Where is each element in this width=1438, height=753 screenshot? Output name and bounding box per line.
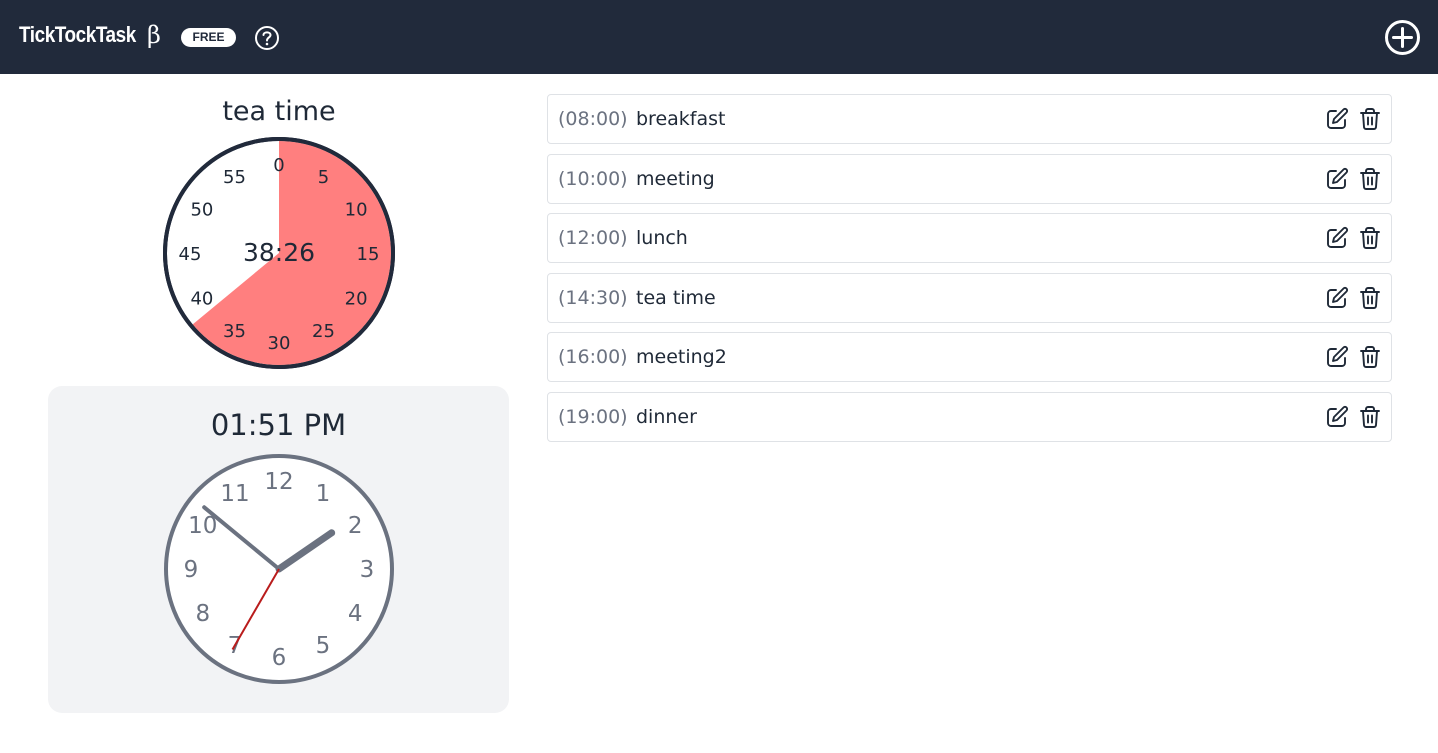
trash-icon[interactable] [1358,405,1382,429]
analog-clock: 121234567891011 [164,454,394,684]
timer-minute-label: 0 [273,155,284,176]
task-name: dinner [636,406,697,428]
task-time: (08:00) [558,108,628,130]
task-time: (12:00) [558,227,628,249]
task-item[interactable]: (08:00) breakfast [547,94,1392,144]
task-name: breakfast [636,108,726,130]
timer-title: tea time [222,96,336,127]
plan-badge: FREE [181,28,236,47]
timer-minute-label: 50 [190,200,213,221]
clock-hour-label: 5 [316,633,331,659]
task-item[interactable]: (14:30) tea time [547,273,1392,323]
timer-minute-label: 25 [312,321,335,342]
clock-panel: 01:51 PM 121234567891011 [48,386,509,713]
timer-minute-label: 20 [345,289,368,310]
timer-minute-label: 15 [357,244,380,265]
timer-minute-label: 5 [318,167,329,188]
timer-minute-label: 35 [223,321,246,342]
task-item[interactable]: (12:00) lunch [547,213,1392,263]
question-circle-icon[interactable] [254,25,280,51]
top-navigation-bar: TickTockTask β FREE [0,0,1438,74]
task-time: (16:00) [558,346,628,368]
beta-label: β [147,21,161,49]
clock-hour-label: 11 [220,481,249,507]
task-name: meeting [636,168,715,190]
trash-icon[interactable] [1358,226,1382,250]
trash-icon[interactable] [1358,107,1382,131]
task-item[interactable]: (10:00) meeting [547,154,1392,204]
timer-minute-label: 10 [345,200,368,221]
trash-icon[interactable] [1358,286,1382,310]
edit-icon[interactable] [1325,107,1349,131]
current-time: 01:51 PM [210,408,347,442]
clock-hour-label: 8 [195,601,210,627]
clock-hour-label: 9 [184,557,199,583]
clock-hour-label: 12 [264,469,293,495]
edit-icon[interactable] [1325,167,1349,191]
plus-circle-icon[interactable] [1384,19,1421,56]
clock-hour-label: 1 [316,481,331,507]
clock-hour-label: 6 [272,645,287,671]
edit-icon[interactable] [1325,286,1349,310]
task-name: tea time [636,287,716,309]
task-name: meeting2 [636,346,727,368]
edit-icon[interactable] [1325,226,1349,250]
edit-icon[interactable] [1325,405,1349,429]
task-item[interactable]: (16:00) meeting2 [547,332,1392,382]
timer-minute-label: 45 [179,244,202,265]
edit-icon[interactable] [1325,345,1349,369]
timer-remaining-text: 38:26 [243,238,315,267]
trash-icon[interactable] [1358,345,1382,369]
task-time: (10:00) [558,168,628,190]
clock-hour-label: 2 [348,513,363,539]
timer-minute-label: 55 [223,167,246,188]
trash-icon[interactable] [1358,167,1382,191]
timer-minute-label: 30 [268,333,291,354]
task-time: (14:30) [558,287,628,309]
task-name: lunch [636,227,688,249]
clock-hour-label: 3 [360,557,375,583]
clock-hour-label: 4 [348,601,363,627]
countdown-timer-dial: 0 5 10 15 20 25 30 35 40 45 50 55 38:26 [163,137,395,369]
task-time: (19:00) [558,406,628,428]
task-item[interactable]: (19:00) dinner [547,392,1392,442]
timer-minute-label: 40 [190,289,213,310]
app-title: TickTockTask [19,22,136,47]
